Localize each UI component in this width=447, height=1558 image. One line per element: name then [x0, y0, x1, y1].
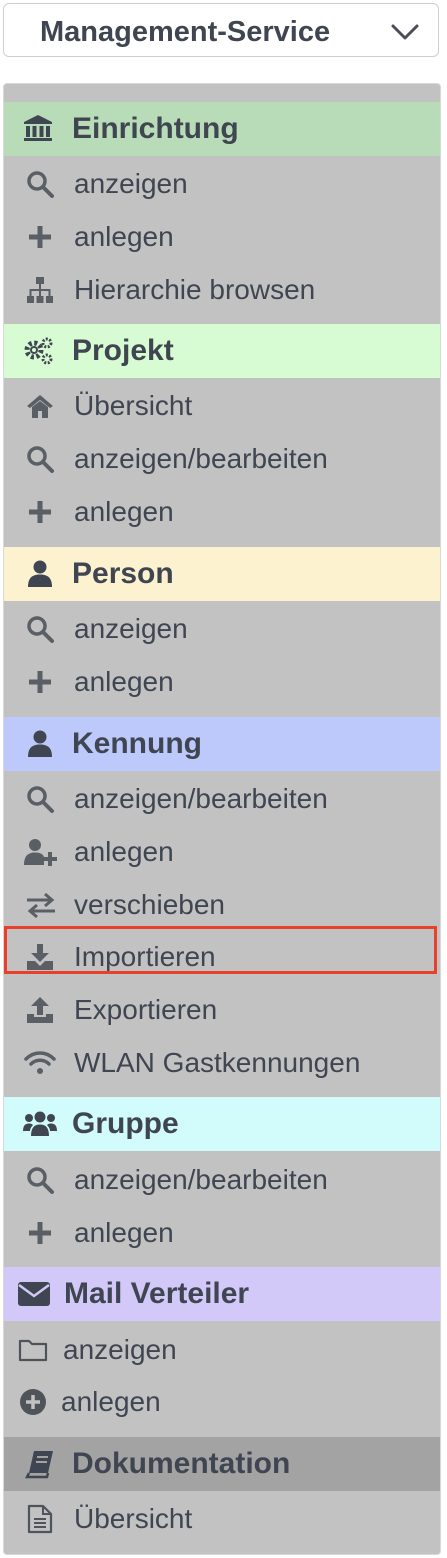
home-icon — [25, 391, 55, 421]
menu-item-label: anzeigen — [74, 168, 188, 199]
search-icon — [25, 444, 55, 474]
menu-item-einrichtung-anzeigen[interactable]: anzeigen — [4, 158, 440, 210]
menu-item-projekt-anzeigen-bearbeiten[interactable]: anzeigen/bearbeiten — [4, 433, 440, 485]
plus-icon — [25, 1218, 55, 1248]
menu-item-label: anzeigen — [63, 1334, 177, 1365]
institution-icon — [23, 114, 53, 144]
dropdown-label: Management-Service — [40, 16, 331, 48]
section-header-kennung[interactable]: Kennung — [4, 717, 440, 771]
section-title: Dokumentation — [72, 1447, 291, 1480]
section-header-einrichtung[interactable]: Einrichtung — [4, 102, 440, 156]
section-title: Einrichtung — [72, 112, 239, 145]
search-icon — [25, 1165, 55, 1195]
search-icon — [25, 784, 55, 814]
section-title: Mail Verteiler — [64, 1277, 250, 1310]
plus-icon — [25, 497, 55, 527]
menu-item-person-anlegen[interactable]: anlegen — [4, 656, 440, 708]
side-menu: Einrichtung anzeigen anlegen Hierarchie … — [3, 83, 441, 1555]
menu-item-label: Hierarchie browsen — [74, 274, 316, 305]
menu-item-label: anlegen — [74, 221, 174, 252]
section-header-projekt[interactable]: Projekt — [4, 324, 440, 378]
menu-item-label: anzeigen/bearbeiten — [74, 783, 328, 814]
plus-circle-icon — [18, 1387, 48, 1417]
users-icon — [23, 1109, 57, 1139]
gears-icon — [23, 336, 53, 366]
menu-item-label: verschieben — [74, 889, 225, 920]
folder-icon — [18, 1335, 48, 1365]
exchange-icon — [25, 890, 55, 920]
plus-icon — [25, 222, 55, 252]
menu-item-projekt-anlegen[interactable]: anlegen — [4, 486, 440, 538]
file-text-icon — [25, 1504, 55, 1534]
user-plus-icon — [23, 837, 57, 867]
search-icon — [25, 614, 55, 644]
plus-icon — [25, 667, 55, 697]
section-title: Projekt — [72, 334, 174, 367]
section-title: Kennung — [72, 727, 202, 760]
menu-item-dokumentation-uebersicht[interactable]: Übersicht — [4, 1493, 440, 1545]
section-header-person[interactable]: Person — [4, 547, 440, 601]
menu-item-exportieren[interactable]: Exportieren — [4, 984, 440, 1036]
book-icon — [25, 1449, 55, 1479]
wifi-icon — [24, 1048, 56, 1078]
sitemap-icon — [25, 275, 55, 305]
menu-item-label: anzeigen — [74, 613, 188, 644]
service-dropdown[interactable]: Management-Service — [3, 3, 439, 57]
menu-item-hierarchie-browsen[interactable]: Hierarchie browsen — [4, 264, 440, 316]
menu-item-mail-anzeigen[interactable]: anzeigen — [4, 1324, 440, 1376]
section-header-gruppe[interactable]: Gruppe — [4, 1097, 440, 1151]
menu-item-label: Exportieren — [74, 994, 218, 1025]
menu-item-wlan-gastkennungen[interactable]: WLAN Gastkennungen — [4, 1037, 440, 1089]
section-title: Person — [72, 557, 174, 590]
menu-item-label: Übersicht — [74, 1503, 193, 1534]
menu-item-label: WLAN Gastkennungen — [74, 1047, 361, 1078]
section-header-mail-verteiler[interactable]: Mail Verteiler — [4, 1267, 440, 1321]
menu-item-projekt-uebersicht[interactable]: Übersicht — [4, 380, 440, 432]
menu-item-label: anlegen — [61, 1386, 161, 1417]
envelope-icon — [17, 1279, 50, 1309]
menu-item-mail-anlegen[interactable]: anlegen — [4, 1376, 440, 1428]
menu-item-label: anlegen — [74, 666, 174, 697]
upload-icon — [25, 995, 55, 1025]
section-title: Gruppe — [72, 1107, 179, 1140]
section-header-dokumentation[interactable]: Dokumentation — [4, 1437, 440, 1491]
user-icon — [25, 559, 55, 589]
menu-item-kennung-anlegen[interactable]: anlegen — [4, 826, 440, 878]
menu-item-label: Übersicht — [74, 390, 193, 421]
menu-item-gruppe-anlegen[interactable]: anlegen — [4, 1207, 440, 1259]
menu-item-label: anlegen — [74, 496, 174, 527]
menu-item-einrichtung-anlegen[interactable]: anlegen — [4, 211, 440, 263]
menu-item-label: anzeigen/bearbeiten — [74, 443, 328, 474]
menu-item-verschieben[interactable]: verschieben — [4, 879, 440, 931]
menu-item-label: anzeigen/bearbeiten — [74, 1164, 328, 1195]
menu-item-kennung-anzeigen-bearbeiten[interactable]: anzeigen/bearbeiten — [4, 773, 440, 825]
user-icon — [25, 729, 55, 759]
selection-highlight — [4, 926, 437, 974]
menu-item-gruppe-anzeigen-bearbeiten[interactable]: anzeigen/bearbeiten — [4, 1154, 440, 1206]
search-icon — [25, 169, 55, 199]
chevron-down-icon — [390, 22, 420, 42]
menu-item-label: anlegen — [74, 1217, 174, 1248]
menu-item-person-anzeigen[interactable]: anzeigen — [4, 603, 440, 655]
menu-item-label: anlegen — [74, 836, 174, 867]
